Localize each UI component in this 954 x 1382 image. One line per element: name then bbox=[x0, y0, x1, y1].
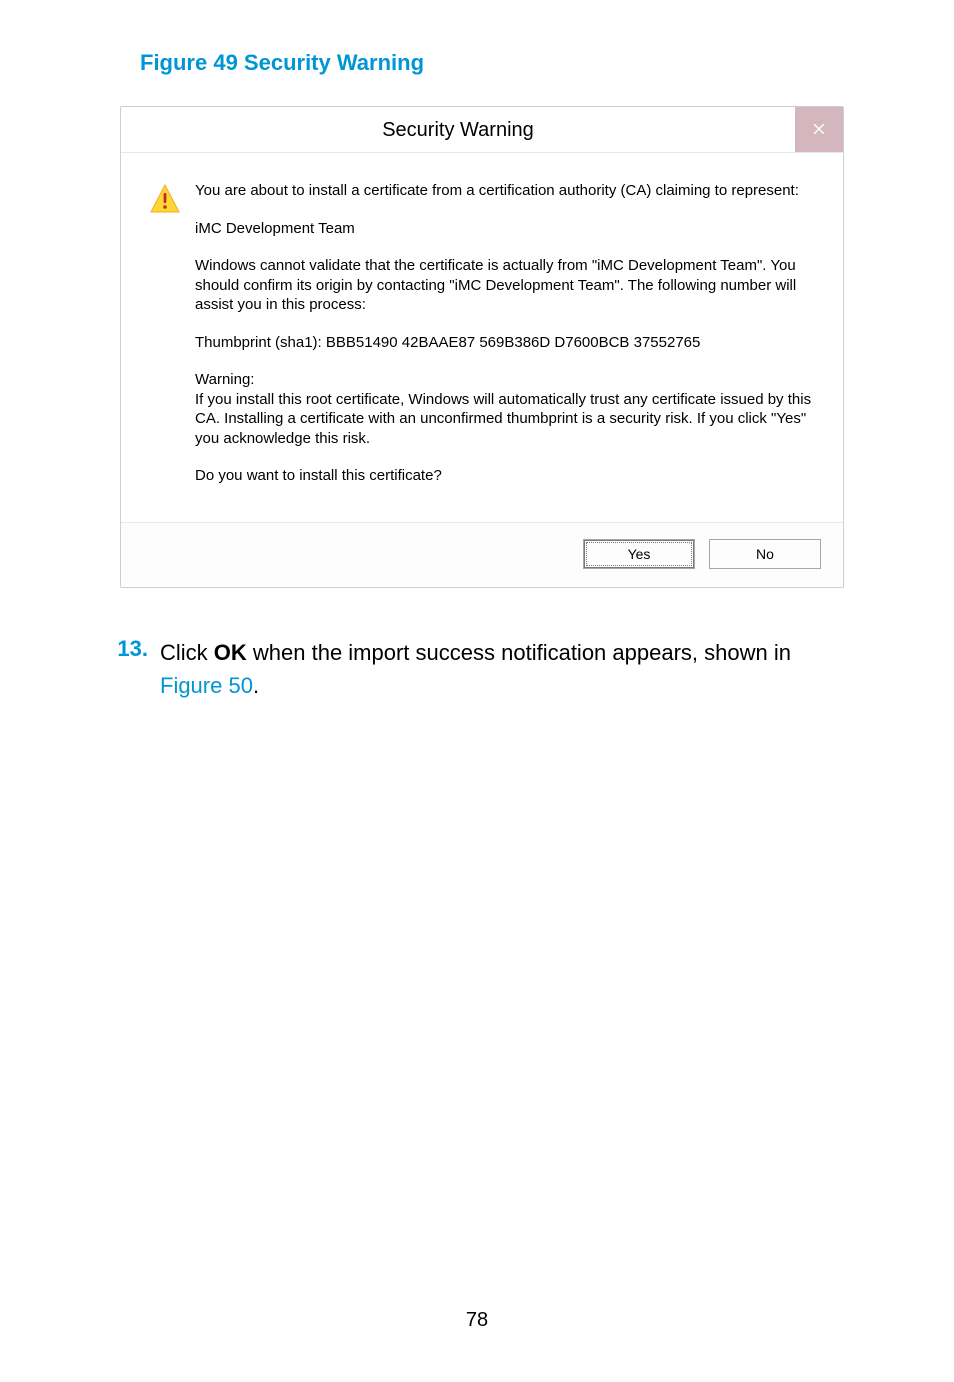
page-number: 78 bbox=[0, 1309, 954, 1332]
step-mid: when the import success notification app… bbox=[247, 640, 791, 665]
step-number: 13. bbox=[110, 636, 160, 702]
security-warning-dialog: Security Warning You are about to instal… bbox=[120, 106, 844, 588]
figure-caption: Figure 49 Security Warning bbox=[140, 50, 854, 76]
close-icon bbox=[813, 122, 825, 138]
dialog-p1: You are about to install a certificate f… bbox=[195, 181, 815, 201]
no-button[interactable]: No bbox=[709, 539, 821, 569]
dialog-titlebar: Security Warning bbox=[121, 107, 843, 153]
dialog-p4: Thumbprint (sha1): BBB51490 42BAAE87 569… bbox=[195, 333, 815, 353]
dialog-p3: Windows cannot validate that the certifi… bbox=[195, 256, 815, 315]
step-text: Click OK when the import success notific… bbox=[160, 636, 854, 702]
close-button[interactable] bbox=[795, 107, 843, 152]
icon-column bbox=[149, 181, 195, 504]
dialog-title: Security Warning bbox=[121, 107, 795, 152]
dialog-content: You are about to install a certificate f… bbox=[121, 153, 843, 522]
step-post: . bbox=[253, 673, 259, 698]
step-bold: OK bbox=[214, 640, 247, 665]
yes-button[interactable]: Yes bbox=[583, 539, 695, 569]
dialog-text: You are about to install a certificate f… bbox=[195, 181, 815, 504]
dialog-p2: iMC Development Team bbox=[195, 219, 815, 239]
figure-50-link[interactable]: Figure 50 bbox=[160, 673, 253, 698]
instruction-step: 13. Click OK when the import success not… bbox=[100, 636, 854, 702]
warning-icon bbox=[149, 202, 181, 219]
dialog-p6: Do you want to install this certificate? bbox=[195, 466, 815, 486]
dialog-p5: Warning: If you install this root certif… bbox=[195, 370, 815, 448]
step-pre: Click bbox=[160, 640, 214, 665]
dialog-button-row: Yes No bbox=[121, 522, 843, 587]
